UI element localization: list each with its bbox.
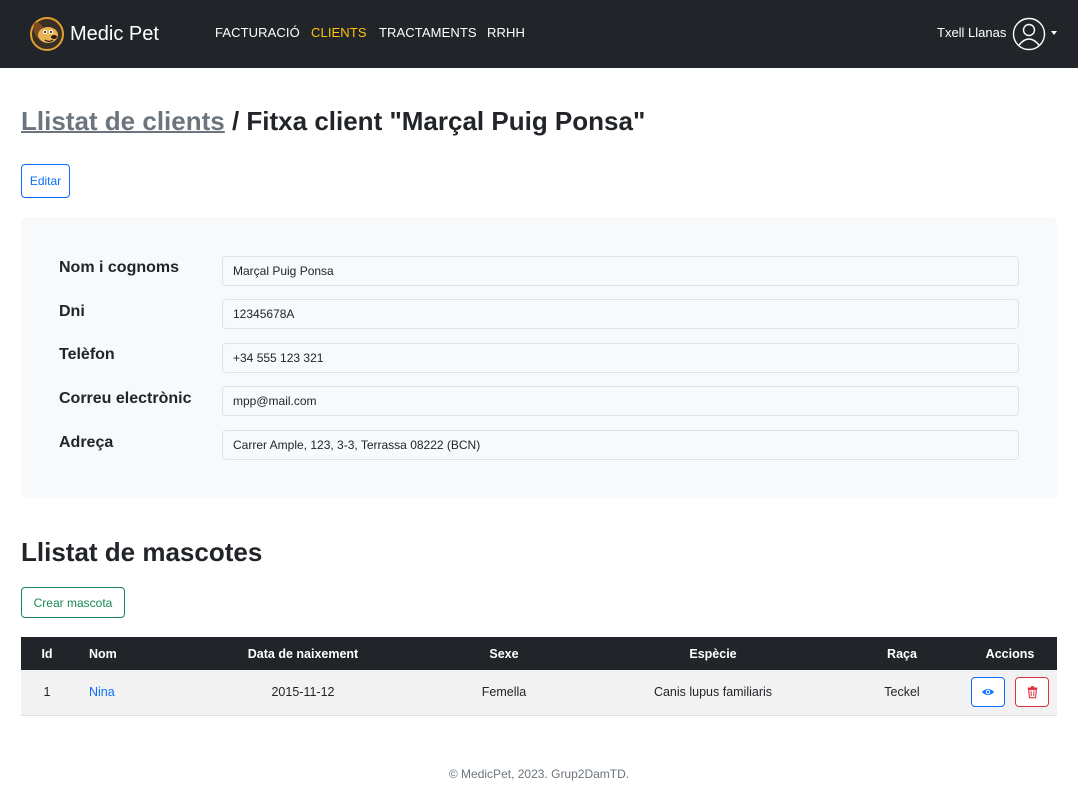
user-menu-caret-icon[interactable]	[1051, 31, 1057, 35]
column-header-breed: Raça	[841, 637, 963, 670]
page-title: Llistat de clients / Fitxa client "Marça…	[21, 106, 645, 137]
nav-facturacio[interactable]: FACTURACIÓ	[215, 25, 300, 40]
pet-species: Canis lupus familiaris	[585, 670, 841, 716]
pet-id: 1	[21, 670, 73, 716]
email-field[interactable]: mpp@mail.com	[222, 386, 1019, 416]
user-name[interactable]: Txell Llanas	[937, 25, 1006, 40]
label-email: Correu electrònic	[59, 390, 192, 407]
nav-tractaments[interactable]: TRACTAMENTS	[379, 25, 477, 40]
dog-logo-icon	[30, 17, 64, 51]
create-pet-button[interactable]: Crear mascota	[21, 587, 125, 618]
column-header-actions: Accions	[963, 637, 1057, 670]
table-header-row: Id Nom Data de naixement Sexe Espècie Ra…	[21, 637, 1057, 670]
breadcrumb-clients-link[interactable]: Llistat de clients	[21, 106, 225, 136]
address-field[interactable]: Carrer Ample, 123, 3-3, Terrassa 08222 (…	[222, 430, 1019, 460]
nav-rrhh[interactable]: RRHH	[487, 25, 525, 40]
view-pet-button[interactable]	[971, 677, 1005, 708]
breadcrumb-separator: /	[224, 106, 247, 136]
label-phone: Telèfon	[59, 346, 115, 363]
pet-sex: Femella	[423, 670, 585, 716]
pets-section-title: Llistat de mascotes	[21, 537, 263, 567]
trash-icon	[1027, 686, 1037, 699]
pet-breed: Teckel	[841, 670, 963, 716]
column-header-nom: Nom	[73, 637, 183, 670]
delete-pet-button[interactable]	[1015, 677, 1049, 708]
label-dni: Dni	[59, 303, 85, 320]
user-avatar-icon[interactable]	[1012, 17, 1046, 51]
label-address: Adreça	[59, 434, 114, 451]
column-header-species: Espècie	[585, 637, 841, 670]
pets-table: Id Nom Data de naixement Sexe Espècie Ra…	[21, 637, 1057, 716]
full-name-field[interactable]: Marçal Puig Ponsa	[222, 256, 1019, 286]
client-sheet-title: Fitxa client "Marçal Puig Ponsa"	[246, 106, 646, 136]
column-header-id: Id	[21, 637, 73, 670]
brand[interactable]: Medic Pet	[30, 16, 159, 52]
nav-clients[interactable]: CLIENTS	[311, 25, 367, 40]
pet-name-cell: Nina	[73, 670, 183, 716]
brand-name: Medic Pet	[70, 22, 159, 45]
phone-field[interactable]: +34 555 123 321	[222, 343, 1019, 373]
eye-icon	[981, 689, 995, 696]
pet-name-link[interactable]: Nina	[89, 685, 115, 699]
dni-field[interactable]: 12345678A	[222, 299, 1019, 329]
column-header-birth-date: Data de naixement	[183, 637, 423, 670]
page-footer: © MedicPet, 2023. Grup2DamTD.	[448, 767, 630, 781]
edit-button[interactable]: Editar	[21, 164, 70, 198]
pet-actions	[963, 670, 1057, 716]
table-row: 1 Nina 2015-11-12 Femella Canis lupus fa…	[21, 670, 1057, 716]
top-navbar: Medic Pet FACTURACIÓ CLIENTS TRACTAMENTS…	[0, 0, 1078, 68]
label-full-name: Nom i cognoms	[59, 259, 180, 276]
column-header-sex: Sexe	[423, 637, 585, 670]
pet-birth-date: 2015-11-12	[183, 670, 423, 716]
